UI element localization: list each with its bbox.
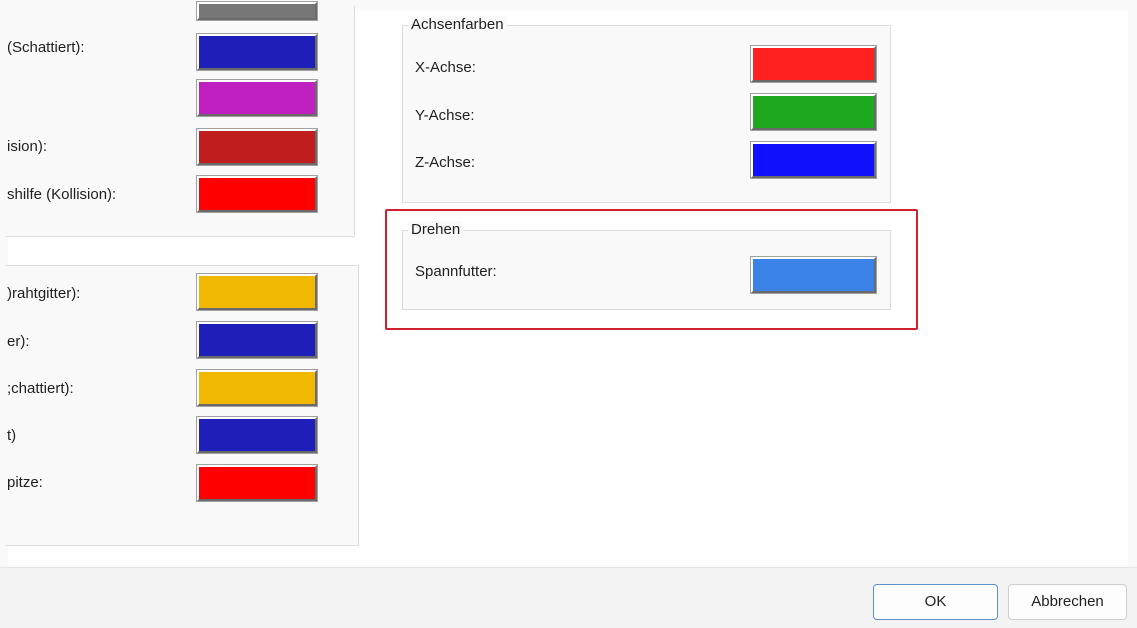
settings-page: (Schattiert): ision): shilfe (Kollision)… bbox=[6, 1, 1128, 565]
z-axis-label: Z-Achse: bbox=[415, 154, 476, 171]
color-settings-dialog: (Schattiert): ision): shilfe (Kollision)… bbox=[0, 0, 1137, 628]
left-bottom-row-3-label: ;chattiert): bbox=[7, 380, 74, 397]
left-top-row-4-swatch[interactable] bbox=[196, 175, 318, 213]
left-top-row-3-label: ision): bbox=[7, 138, 48, 155]
turning-title: Drehen bbox=[408, 221, 464, 239]
left-bottom-row-1-swatch[interactable] bbox=[196, 273, 318, 311]
left-bottom-row-5-label: pitze: bbox=[7, 474, 43, 491]
left-bottom-row-4-label: t) bbox=[7, 427, 17, 444]
left-bottom-row-5-swatch[interactable] bbox=[196, 464, 318, 502]
axis-colors-title: Achsenfarben bbox=[408, 16, 507, 34]
left-bottom-row-1-label: )rahtgitter): bbox=[7, 285, 81, 302]
left-top-row-3-swatch[interactable] bbox=[196, 128, 318, 166]
dialog-content: (Schattiert): ision): shilfe (Kollision)… bbox=[0, 0, 1137, 567]
x-axis-color-swatch[interactable] bbox=[750, 45, 877, 83]
left-top-row-1-label: (Schattiert): bbox=[7, 39, 85, 56]
y-axis-label: Y-Achse: bbox=[415, 107, 475, 124]
chuck-label: Spannfutter: bbox=[415, 263, 497, 280]
left-bottom-row-3-swatch[interactable] bbox=[196, 369, 318, 407]
chuck-color-swatch[interactable] bbox=[750, 256, 877, 294]
left-top-row-2-swatch[interactable] bbox=[196, 79, 318, 117]
z-axis-color-swatch[interactable] bbox=[750, 141, 877, 179]
left-bottom-row-2-label: er): bbox=[7, 333, 30, 350]
x-axis-label: X-Achse: bbox=[415, 59, 476, 76]
left-top-row-1-swatch[interactable] bbox=[196, 33, 318, 71]
left-bottom-row-4-swatch[interactable] bbox=[196, 416, 318, 454]
color-swatch-partial[interactable] bbox=[196, 1, 318, 21]
ok-button[interactable]: OK bbox=[873, 584, 998, 620]
left-top-row-4-label: shilfe (Kollision): bbox=[7, 186, 117, 203]
y-axis-color-swatch[interactable] bbox=[750, 93, 877, 131]
left-bottom-row-2-swatch[interactable] bbox=[196, 321, 318, 359]
cancel-button[interactable]: Abbrechen bbox=[1008, 584, 1127, 620]
